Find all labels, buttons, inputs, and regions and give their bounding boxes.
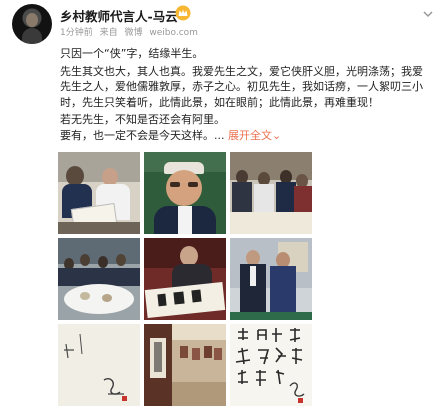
paragraph-1: 只因一个“侠”字，结缘半生。: [60, 47, 204, 60]
source-name[interactable]: 微博: [125, 28, 143, 38]
paragraph-3: 若无先生，不知是否还会有阿里。: [60, 113, 225, 127]
ellipsis: ...: [214, 128, 225, 142]
post-time: 1分钟前: [60, 28, 93, 38]
author-name[interactable]: 乡村教师代言人-马云: [60, 6, 178, 25]
paragraph-2: 先生其文也大，其人也真。我爱先生之文，爱它侠肝义胆，光明涤荡；我爱先生之人，爱他…: [60, 64, 423, 109]
avatar-body: [22, 28, 42, 44]
photo-9[interactable]: [230, 324, 312, 406]
avatar-face: [26, 13, 38, 27]
source-url: weibo.com: [149, 28, 198, 38]
photo-1[interactable]: [58, 152, 140, 234]
paragraph-4: 要有，也一定不会是今天这样。... 展开全文⌄: [60, 128, 428, 144]
expand-label: 展开全文: [228, 128, 272, 142]
last-line: 要有，也一定不会是今天这样。: [60, 128, 214, 142]
photo-6[interactable]: [230, 238, 312, 320]
photo-5[interactable]: [144, 238, 226, 320]
post-header: 乡村教师代言人-马云 1分钟前 来自 微博 weibo.com: [0, 0, 442, 50]
source-prefix: 来自: [99, 28, 118, 38]
photo-grid: [58, 152, 312, 406]
photo-3[interactable]: [230, 152, 312, 234]
photo-8[interactable]: [144, 324, 226, 406]
expand-full-text-link[interactable]: 展开全文⌄: [228, 129, 281, 142]
photo-4[interactable]: [58, 238, 140, 320]
post-text: 只因一个“侠”字，结缘半生。 先生其文也大，其人也真。我爱先生之文，爱它侠肝义胆…: [60, 46, 428, 144]
photo-7[interactable]: [58, 324, 140, 406]
chevron-down-icon[interactable]: [422, 8, 434, 20]
vip-crown-icon[interactable]: [175, 5, 191, 21]
post-meta: 1分钟前 来自 微博 weibo.com: [60, 25, 202, 38]
photo-2[interactable]: [144, 152, 226, 234]
expand-arrow-icon: ⌄: [272, 128, 282, 142]
avatar[interactable]: [12, 4, 52, 44]
